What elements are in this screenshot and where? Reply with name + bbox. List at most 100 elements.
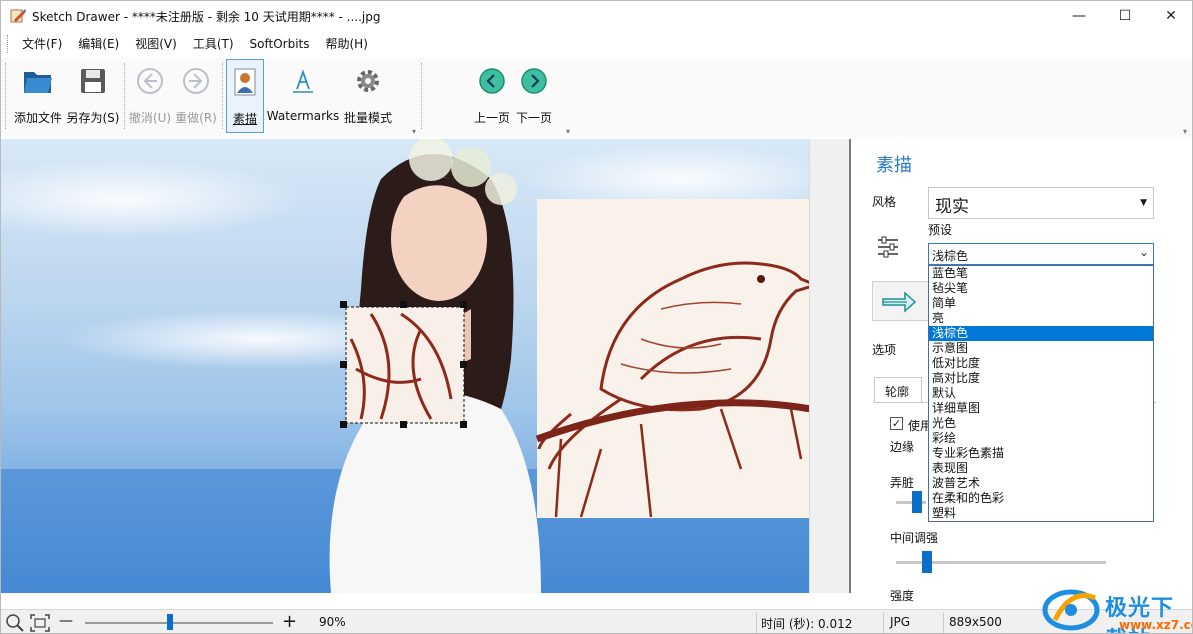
status-separator bbox=[943, 613, 944, 633]
preset-option[interactable]: 详细草图 bbox=[929, 401, 1153, 416]
app-logo-icon bbox=[10, 9, 26, 23]
preset-dropdown[interactable]: 浅棕色 ⌄ bbox=[928, 243, 1154, 265]
toolbar: 添加文件 另存为(S) 撤消(U) 重做(R) 素描 Watermarks 批量… bbox=[1, 57, 1192, 137]
preset-option[interactable]: 专业彩色素描 bbox=[929, 446, 1153, 461]
midtone-label: 中间调强 bbox=[890, 531, 939, 545]
preset-label: 预设 bbox=[928, 223, 953, 237]
toolbar-separator bbox=[124, 63, 125, 129]
preset-option[interactable]: 默认 bbox=[929, 386, 1153, 401]
sketch-button[interactable]: 素描 bbox=[226, 59, 264, 133]
preset-option[interactable]: 高对比度 bbox=[929, 371, 1153, 386]
status-separator bbox=[756, 613, 757, 633]
preset-option[interactable]: 简单 bbox=[929, 296, 1153, 311]
batch-mode-button[interactable]: 批量模式 bbox=[342, 59, 394, 133]
tab-outline-label: 轮廓 bbox=[885, 385, 910, 399]
add-file-button[interactable]: 添加文件 bbox=[11, 59, 65, 133]
menu-view[interactable]: 视图(V) bbox=[127, 33, 185, 55]
processing-time: 时间 (秒): 0.012 bbox=[761, 617, 853, 631]
canvas-scroll-area[interactable] bbox=[809, 139, 849, 593]
gear-icon bbox=[350, 63, 386, 99]
midtone-slider-thumb[interactable] bbox=[922, 551, 932, 573]
fit-to-window-icon[interactable] bbox=[29, 613, 51, 633]
undo-label: 撤消(U) bbox=[128, 111, 172, 125]
next-page-label: 下一页 bbox=[515, 111, 552, 125]
sliders-settings-icon[interactable] bbox=[876, 235, 900, 262]
menu-bar: 文件(F) 编辑(E) 视图(V) 工具(T) SoftOrbits 帮助(H) bbox=[1, 33, 376, 55]
text-a-icon bbox=[285, 63, 321, 99]
zoom-slider-thumb[interactable] bbox=[166, 614, 173, 630]
status-separator bbox=[883, 613, 884, 633]
back-arrow-icon bbox=[132, 63, 168, 99]
menu-grip bbox=[7, 35, 10, 53]
preset-option[interactable]: 浅棕色 bbox=[929, 326, 1153, 341]
style-dropdown[interactable]: 现实 ▼ bbox=[928, 187, 1154, 219]
preset-option[interactable]: 光色 bbox=[929, 416, 1153, 431]
image-size: 889x500 bbox=[949, 615, 1002, 629]
close-button[interactable]: ✕ bbox=[1148, 1, 1192, 31]
options-label: 选项 bbox=[872, 343, 897, 357]
toolbar-separator bbox=[222, 63, 223, 129]
style-label: 风格 bbox=[872, 195, 897, 209]
toolbar-overflow-chevron[interactable]: ▾ bbox=[412, 127, 416, 136]
preset-dropdown-list: 蓝色笔 毡尖笔 简单亮浅棕色 示意图 低对比度 高对比度 默认 详细草图 光色 彩绘 专业彩色素描表… bbox=[928, 265, 1154, 522]
save-as-button[interactable]: 另存为(S) bbox=[65, 59, 121, 133]
zoom-in-button[interactable]: + bbox=[282, 611, 297, 632]
preset-option[interactable]: 亮 bbox=[929, 311, 1153, 326]
dropdown-arrow-icon: ▼ bbox=[1140, 198, 1147, 208]
menu-help[interactable]: 帮助(H) bbox=[317, 33, 375, 55]
panel-splitter[interactable] bbox=[849, 139, 851, 593]
sketch-portrait-icon bbox=[227, 64, 263, 100]
zoom-level: 90% bbox=[319, 615, 346, 629]
toolbar-overflow-chevron[interactable]: ▾ bbox=[566, 127, 570, 136]
strength-label: 强度 bbox=[890, 589, 915, 603]
menu-softorbits[interactable]: SoftOrbits bbox=[242, 33, 318, 55]
sketch-settings-panel: 素描 风格 现实 ▼ 预设 浅棕色 ⌄ 蓝色笔 毡尖笔 简单亮浅棕色 示意图 低对比度高… bbox=[852, 139, 1192, 609]
dirty-label: 弄脏 bbox=[890, 476, 915, 490]
sketch-label: 素描 bbox=[232, 112, 257, 126]
menu-tools[interactable]: 工具(T) bbox=[185, 33, 242, 55]
style-value: 现实 bbox=[935, 197, 969, 217]
preset-option[interactable]: 在柔和的色彩 bbox=[929, 491, 1153, 506]
zoom-slider-track bbox=[85, 622, 273, 624]
preset-option[interactable]: 波普艺术 bbox=[929, 476, 1153, 491]
use-checkbox[interactable]: ✓ bbox=[890, 417, 903, 430]
undo-button[interactable]: 撤消(U) bbox=[128, 59, 172, 133]
preset-value: 浅棕色 bbox=[932, 249, 969, 263]
preset-option[interactable]: 低对比度 bbox=[929, 356, 1153, 371]
watermarks-label: Watermarks bbox=[266, 109, 340, 123]
zoom-out-button[interactable]: — bbox=[59, 613, 73, 629]
image-format: JPG bbox=[890, 615, 911, 629]
image-canvas[interactable] bbox=[1, 139, 809, 593]
forward-arrow-icon bbox=[178, 63, 214, 99]
title-bar: Sketch Drawer - ****未注册版 - 剩余 10 天试用期***… bbox=[1, 1, 1192, 31]
preset-option[interactable]: 彩绘 bbox=[929, 431, 1153, 446]
panel-title: 素描 bbox=[876, 155, 912, 176]
dirty-slider-thumb[interactable] bbox=[912, 491, 922, 513]
redo-button[interactable]: 重做(R) bbox=[174, 59, 218, 133]
double-arrow-right-icon bbox=[882, 291, 917, 313]
preset-option[interactable]: 蓝色笔 bbox=[929, 266, 1153, 281]
toolbar-overflow-chevron[interactable]: ▾ bbox=[1183, 127, 1187, 136]
watermarks-button[interactable]: Watermarks bbox=[266, 59, 340, 133]
status-bar: — + 90% 时间 (秒): 0.012 JPG 889x500 bbox=[1, 609, 1192, 633]
preset-option[interactable]: 毡尖笔 bbox=[929, 281, 1153, 296]
photo-preview bbox=[1, 139, 809, 593]
next-page-button[interactable]: 下一页 bbox=[513, 59, 555, 133]
toolbar-grip bbox=[5, 63, 6, 129]
menu-edit[interactable]: 编辑(E) bbox=[70, 33, 127, 55]
preset-option[interactable]: 表现图 bbox=[929, 461, 1153, 476]
minimize-button[interactable]: — bbox=[1056, 1, 1102, 31]
chevron-down-icon: ⌄ bbox=[1138, 245, 1149, 259]
watermark-url: www.xz7.com bbox=[1119, 618, 1192, 632]
preset-option[interactable]: 塑料 bbox=[929, 506, 1153, 521]
prev-page-button[interactable]: 上一页 bbox=[471, 59, 513, 133]
redo-label: 重做(R) bbox=[175, 111, 217, 125]
preset-option[interactable]: 示意图 bbox=[929, 341, 1153, 356]
maximize-button[interactable]: ☐ bbox=[1102, 1, 1148, 31]
app-window: Sketch Drawer - ****未注册版 - 剩余 10 天试用期***… bbox=[0, 0, 1193, 634]
add-file-label: 添加文件 bbox=[13, 111, 62, 125]
menu-file[interactable]: 文件(F) bbox=[14, 33, 70, 55]
zoom-fit-icon[interactable] bbox=[5, 613, 25, 633]
tab-outline[interactable]: 轮廓 bbox=[874, 377, 922, 403]
batch-mode-label: 批量模式 bbox=[343, 111, 392, 125]
